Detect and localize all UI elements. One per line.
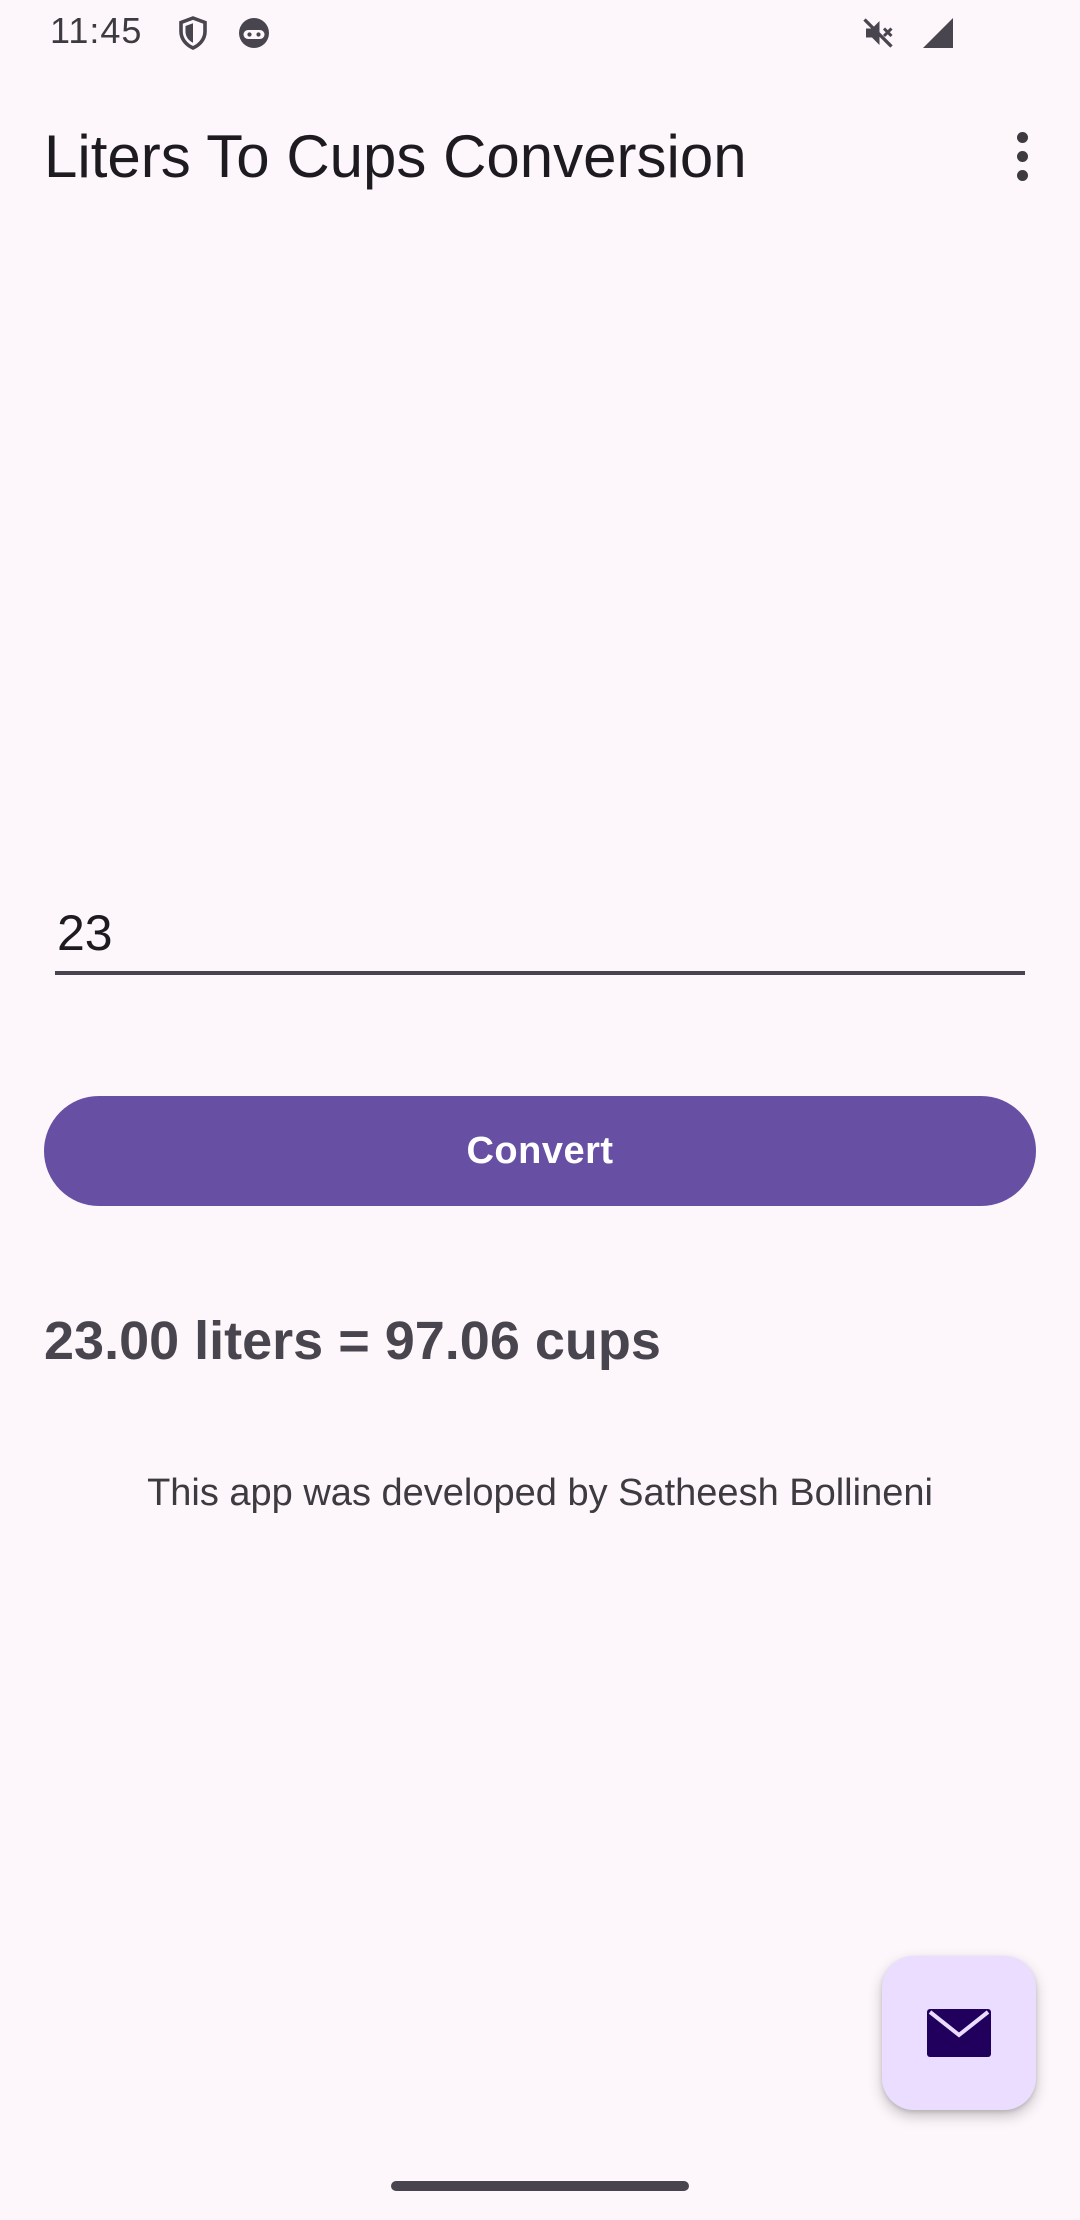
developer-credit: This app was developed by Satheesh Bolli… — [147, 1472, 933, 1514]
mute-icon — [863, 18, 893, 48]
app-title: Liters To Cups Conversion — [44, 123, 747, 190]
conversion-result: 23.00 liters = 97.06 cups — [44, 1311, 661, 1371]
status-time: 11:45 — [50, 10, 143, 51]
gesture-nav-handle[interactable] — [391, 2181, 689, 2191]
email-icon — [927, 2009, 991, 2057]
status-bar: 11:45 — [0, 0, 1080, 66]
shield-icon — [179, 16, 207, 50]
convert-button[interactable]: Convert — [44, 1096, 1036, 1206]
app-bar: Liters To Cups Conversion — [0, 100, 1080, 212]
email-fab-button[interactable] — [882, 1956, 1036, 2110]
more-vert-icon — [1016, 131, 1028, 181]
overflow-menu-button[interactable] — [988, 118, 1056, 194]
liters-input[interactable] — [55, 895, 1025, 975]
signal-icon — [923, 18, 953, 48]
android-face-icon — [239, 18, 269, 48]
